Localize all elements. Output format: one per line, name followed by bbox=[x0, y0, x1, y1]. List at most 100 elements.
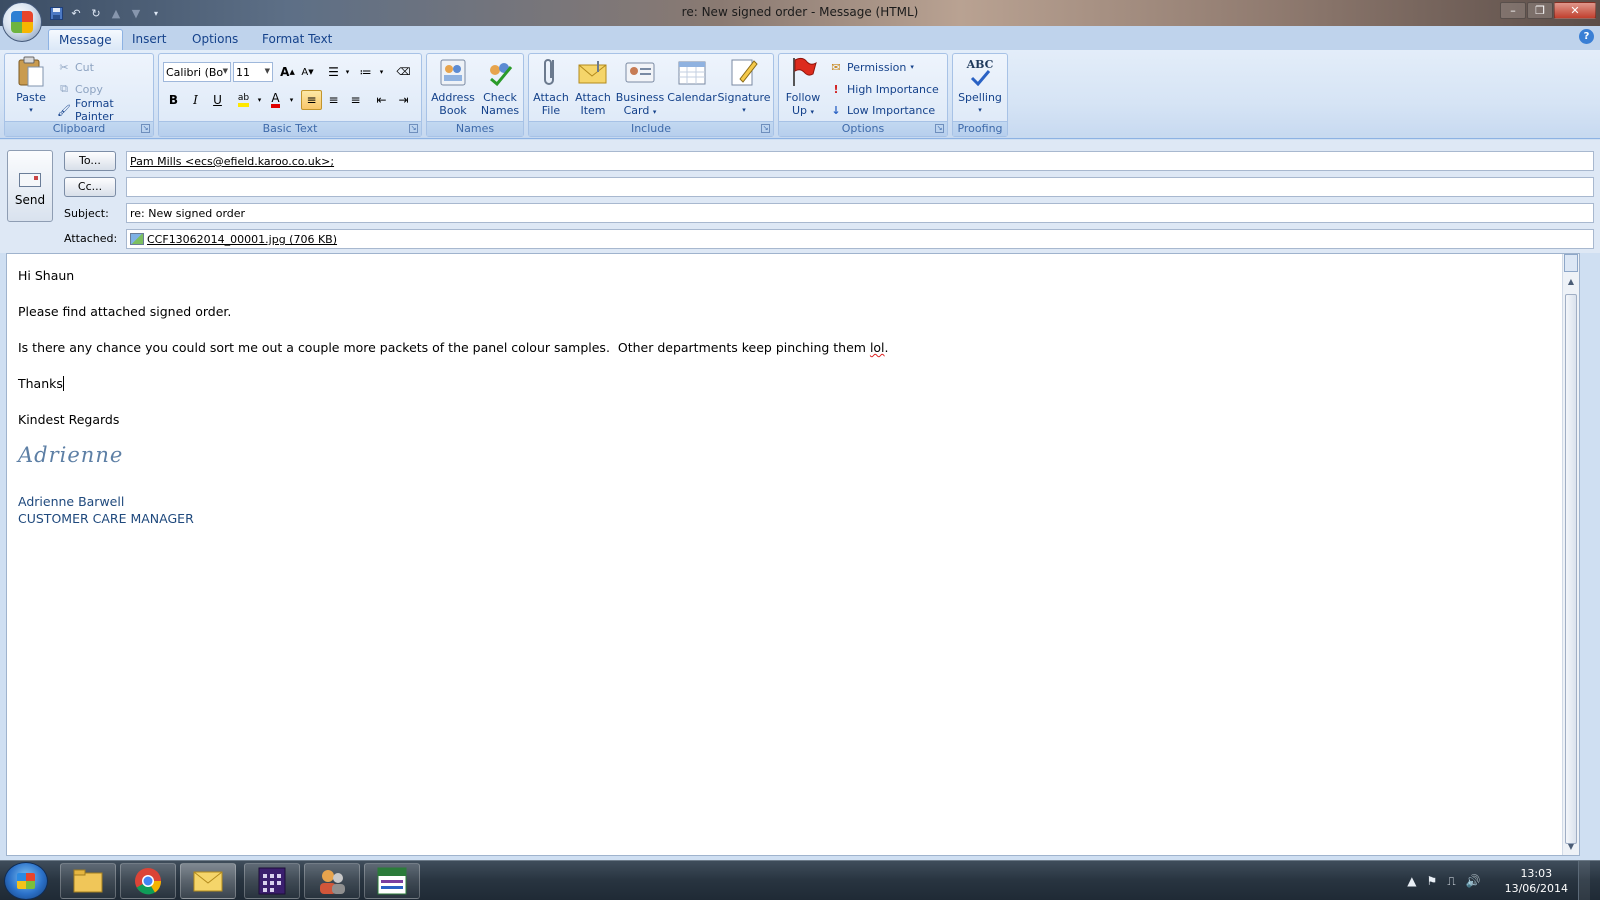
address-book-label-2: Book bbox=[439, 104, 467, 117]
tab-insert[interactable]: Insert bbox=[122, 29, 176, 50]
vertical-scrollbar[interactable]: ▲ ▼ bbox=[1562, 254, 1579, 855]
grow-font-icon[interactable]: A ▲ bbox=[277, 62, 298, 82]
windows-logo-icon bbox=[17, 873, 35, 889]
calendar-button[interactable]: Calendar bbox=[667, 56, 717, 104]
red-flag-icon bbox=[787, 56, 819, 88]
outlook-taskbar-button[interactable] bbox=[180, 863, 236, 899]
volume-icon[interactable]: 🔊 bbox=[1466, 874, 1481, 888]
message-body[interactable]: Hi Shaun Please find attached signed ord… bbox=[6, 253, 1580, 856]
follow-up-label-2: Up bbox=[791, 104, 808, 117]
bold-icon[interactable]: B bbox=[163, 90, 184, 110]
office-button[interactable] bbox=[2, 2, 42, 42]
address-book-icon bbox=[437, 56, 469, 88]
business-card-button[interactable]: Business Card ▾ bbox=[615, 56, 665, 119]
align-center-icon[interactable]: ≡ bbox=[323, 90, 344, 110]
cut-button[interactable]: ✂ Cut bbox=[57, 58, 94, 76]
numbering-dropdown-icon[interactable]: ▾ bbox=[371, 62, 392, 82]
low-importance-button[interactable]: ↓ Low Importance bbox=[829, 101, 935, 119]
to-field[interactable]: Pam Mills <ecs@efield.karoo.co.uk>; bbox=[126, 151, 1594, 171]
network-icon[interactable]: ⎍ bbox=[1447, 874, 1455, 889]
attachment-field: CCF13062014_00001.jpg (706 KB) bbox=[126, 229, 1594, 249]
dialog-launcher-icon[interactable]: ↘ bbox=[409, 124, 418, 133]
proofing-group-label: Proofing bbox=[953, 121, 1007, 136]
paste-button[interactable]: Paste ▾ bbox=[9, 56, 53, 117]
maximize-button[interactable]: ❐ bbox=[1527, 2, 1553, 19]
dialog-launcher-icon[interactable]: ↘ bbox=[761, 124, 770, 133]
envelope-icon bbox=[577, 56, 609, 88]
minimize-button[interactable]: – bbox=[1500, 2, 1526, 19]
shrink-font-icon[interactable]: A ▼ bbox=[297, 62, 318, 82]
follow-up-button[interactable]: Follow Up ▾ bbox=[781, 56, 825, 119]
align-right-icon[interactable]: ≡ bbox=[345, 90, 366, 110]
align-left-icon[interactable]: ≡ bbox=[301, 90, 322, 110]
copy-button[interactable]: ⧉ Copy bbox=[57, 80, 103, 98]
to-button[interactable]: To... bbox=[64, 151, 116, 171]
font-size-value: 11 bbox=[236, 66, 250, 79]
abc-text: ABC bbox=[966, 57, 994, 71]
cc-button[interactable]: Cc... bbox=[64, 177, 116, 197]
increase-indent-icon[interactable]: ⇥ bbox=[393, 90, 414, 110]
cc-field[interactable] bbox=[126, 177, 1594, 197]
permission-button[interactable]: ✉ Permission ▾ bbox=[829, 58, 913, 76]
subject-field[interactable]: re: New signed order bbox=[126, 203, 1594, 223]
scroll-down-icon[interactable]: ▼ bbox=[1564, 839, 1578, 855]
spelling-label: Spelling bbox=[958, 91, 1002, 104]
to-recipient[interactable]: Pam Mills <ecs@efield.karoo.co.uk>; bbox=[130, 155, 334, 168]
options-group: Follow Up ▾ ✉ Permission ▾ ! High Importanc… bbox=[778, 53, 948, 137]
underline-icon[interactable]: U bbox=[207, 90, 228, 110]
attach-file-label-1: Attach bbox=[533, 91, 569, 104]
font-name-combo[interactable]: Calibri (Bo ▼ bbox=[163, 62, 231, 82]
calendar-app-taskbar-button[interactable] bbox=[244, 863, 300, 899]
outlook-envelope-icon bbox=[193, 871, 223, 892]
grid-app-icon bbox=[258, 867, 286, 895]
address-book-button[interactable]: Address Book bbox=[430, 56, 476, 117]
start-button[interactable] bbox=[4, 862, 48, 900]
tab-options[interactable]: Options bbox=[182, 29, 248, 50]
help-icon[interactable]: ? bbox=[1579, 29, 1594, 44]
tab-format-text[interactable]: Format Text bbox=[252, 29, 342, 50]
scroll-up-icon[interactable]: ▲ bbox=[1564, 274, 1578, 290]
check-names-button[interactable]: Check Names bbox=[477, 56, 523, 117]
body-line-1: Please find attached signed order. bbox=[18, 304, 232, 319]
high-importance-button[interactable]: ! High Importance bbox=[829, 80, 938, 98]
attach-item-button[interactable]: Attach Item bbox=[573, 56, 613, 117]
misspelled-word[interactable]: lol bbox=[870, 340, 885, 355]
image-file-icon bbox=[130, 233, 144, 245]
action-center-flag-icon[interactable]: ⚑ bbox=[1426, 874, 1437, 888]
include-group: Attach File Attach Item Business Card ▾ … bbox=[528, 53, 774, 137]
signature-button[interactable]: Signature ▾ bbox=[717, 56, 771, 117]
show-desktop-button[interactable] bbox=[1578, 861, 1590, 900]
scroll-thumb[interactable] bbox=[1565, 294, 1577, 844]
sage-taskbar-button[interactable] bbox=[364, 863, 420, 899]
close-button[interactable]: ✕ bbox=[1554, 2, 1596, 19]
explorer-taskbar-button[interactable] bbox=[60, 863, 116, 899]
proofing-group: ABC Spelling ▾ Proofing bbox=[952, 53, 1008, 137]
send-button[interactable]: Send bbox=[7, 150, 53, 222]
tab-message[interactable]: Message bbox=[48, 29, 123, 50]
people-icon bbox=[320, 870, 345, 894]
dialog-launcher-icon[interactable]: ↘ bbox=[141, 124, 150, 133]
chrome-taskbar-button[interactable] bbox=[120, 863, 176, 899]
spelling-button[interactable]: ABC Spelling ▾ bbox=[955, 56, 1005, 117]
ribbon-tabs: Message Insert Options Format Text ? bbox=[0, 26, 1600, 50]
business-card-label-2: Card bbox=[623, 104, 650, 117]
business-card-icon bbox=[624, 56, 656, 88]
font-color-dropdown-icon[interactable]: ▾ bbox=[281, 90, 302, 110]
decrease-indent-icon[interactable]: ⇤ bbox=[371, 90, 392, 110]
contacts-taskbar-button[interactable] bbox=[304, 863, 360, 899]
clock[interactable]: 13:03 13/06/2014 bbox=[1505, 866, 1568, 896]
title-bar: ↶ ↻ ▲ ▼ ▾ re: New signed order - Message… bbox=[0, 0, 1600, 26]
format-painter-button[interactable]: 🖌 Format Painter bbox=[57, 97, 153, 123]
show-hidden-icons-icon[interactable]: ▲ bbox=[1407, 874, 1416, 888]
down-arrow-icon: ↓ bbox=[831, 103, 841, 117]
italic-icon[interactable]: I bbox=[185, 90, 206, 110]
message-header: Send To... Pam Mills <ecs@efield.karoo.c… bbox=[0, 140, 1600, 253]
font-size-combo[interactable]: 11 ▼ bbox=[233, 62, 273, 82]
low-importance-label: Low Importance bbox=[847, 103, 936, 117]
permission-label: Permission bbox=[847, 60, 907, 74]
clear-formatting-icon[interactable]: ⌫ bbox=[393, 62, 414, 82]
attachment-link[interactable]: CCF13062014_00001.jpg (706 KB) bbox=[147, 233, 337, 246]
attach-file-button[interactable]: Attach File bbox=[531, 56, 571, 117]
dialog-launcher-icon[interactable]: ↘ bbox=[935, 124, 944, 133]
view-ruler-icon[interactable] bbox=[1564, 254, 1578, 272]
